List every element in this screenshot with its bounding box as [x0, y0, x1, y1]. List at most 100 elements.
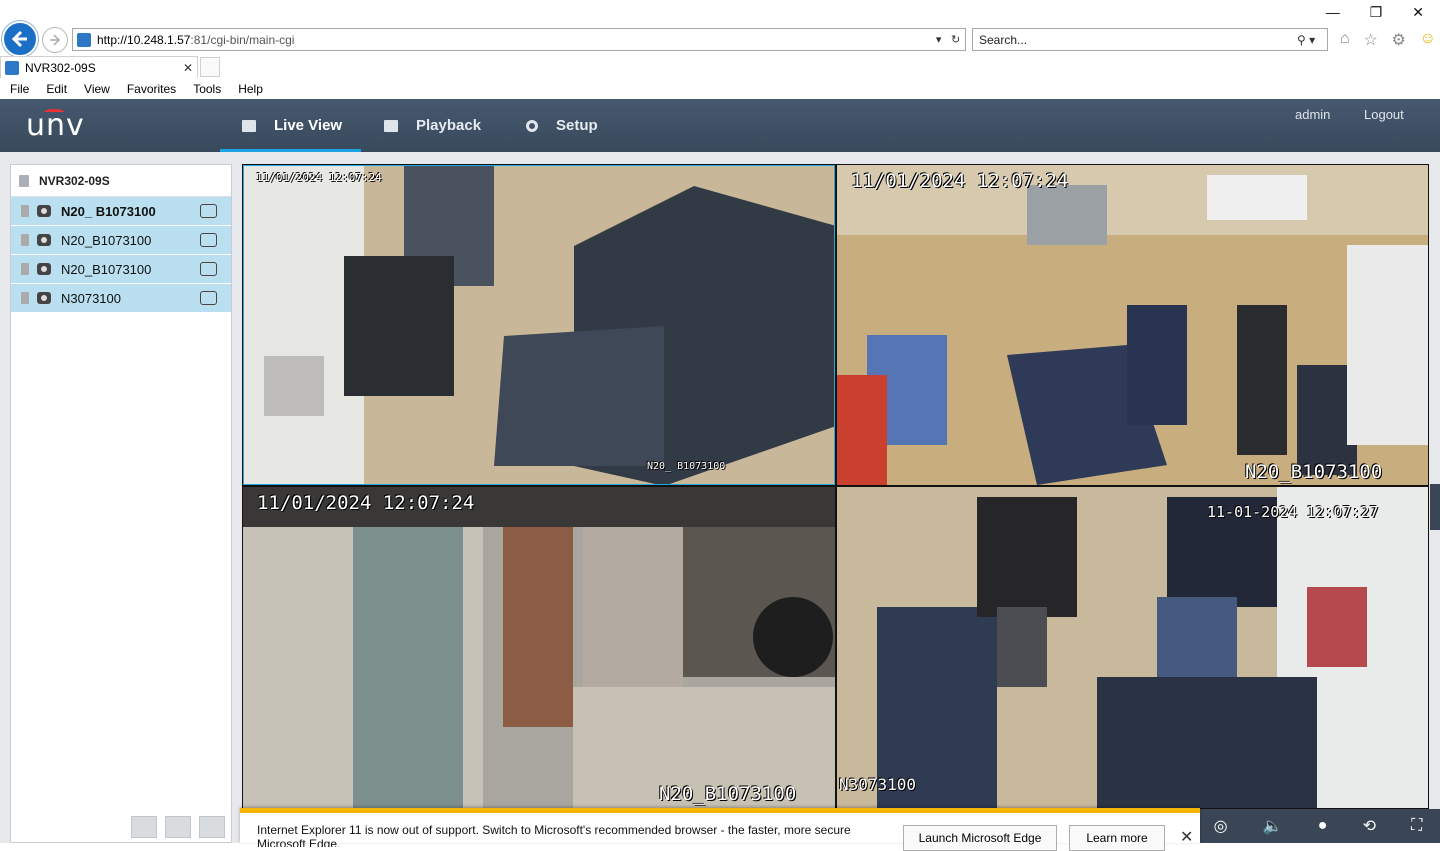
- tile-timestamp: 11/01/2024 12:07:24: [256, 171, 382, 184]
- gear-icon: [526, 119, 538, 132]
- video-tile[interactable]: 11/01/2024 12:07:24 N20_B1073100: [837, 165, 1428, 485]
- menu-tools[interactable]: Tools: [193, 82, 221, 96]
- address-bar[interactable]: http://10.248.1.57:81/cgi-bin/main-cgi ▾…: [72, 28, 966, 51]
- prev-page-button[interactable]: [165, 816, 191, 838]
- address-text: http://10.248.1.57:81/cgi-bin/main-cgi: [97, 32, 295, 47]
- device-name: NVR302-09S: [39, 173, 110, 188]
- menu-file[interactable]: File: [10, 82, 29, 96]
- camera-item[interactable]: N3073100: [11, 284, 231, 313]
- monitor-icon: [242, 119, 256, 132]
- browser-toolbar: http://10.248.1.57:81/cgi-bin/main-cgi ▾…: [0, 0, 1440, 57]
- menu-edit[interactable]: Edit: [46, 82, 67, 96]
- status-icon: [21, 263, 29, 275]
- forward-button[interactable]: [42, 27, 68, 53]
- tab-playback[interactable]: Playback: [384, 99, 481, 152]
- status-icon: [21, 234, 29, 246]
- live-controls: ◎ 🔈 ● ⟲ ⛶: [1196, 809, 1440, 843]
- tab-setup[interactable]: Setup: [526, 99, 598, 152]
- camera-item[interactable]: N20_ B1073100: [11, 197, 231, 226]
- refresh-icon[interactable]: ↻: [951, 33, 960, 46]
- nvr-icon: [19, 174, 29, 187]
- tab-setup-label: Setup: [556, 117, 598, 134]
- back-button[interactable]: [2, 21, 38, 57]
- video-tile[interactable]: 11/01/2024 12:07:24 N20_ B1073100: [243, 165, 835, 485]
- favorites-star-icon[interactable]: ☆: [1363, 30, 1377, 50]
- smiley-feedback-icon[interactable]: ☺: [1420, 30, 1436, 50]
- browser-tab[interactable]: NVR302-09S ✕: [0, 56, 198, 78]
- tile-camera-label: N3073100: [839, 775, 917, 794]
- camera-feed-image: [837, 165, 1428, 485]
- logo-arc-icon: [44, 109, 64, 115]
- menu-bar: File Edit View Favorites Tools Help: [0, 78, 1440, 99]
- volume-icon[interactable]: 🔈: [1263, 816, 1283, 836]
- site-favicon-icon: [77, 32, 91, 47]
- record-icon[interactable]: [200, 204, 217, 218]
- collapse-panel-handle[interactable]: [1430, 484, 1440, 530]
- fullscreen-icon[interactable]: ⛶: [1411, 817, 1422, 835]
- tile-timestamp: 11/01/2024 12:07:24: [851, 170, 1069, 192]
- video-grid: 11/01/2024 12:07:24 N20_ B1073100 11/01/…: [242, 164, 1429, 809]
- tab-favicon-icon: [5, 60, 19, 75]
- camera-name: N20_ B1073100: [61, 203, 156, 219]
- device-node[interactable]: NVR302-09S: [11, 165, 231, 197]
- camera-feed-image: [243, 487, 835, 808]
- restore-icon[interactable]: ❐: [1370, 4, 1383, 21]
- camera-item[interactable]: N20_B1073100: [11, 255, 231, 284]
- camera-name: N20_B1073100: [61, 261, 152, 277]
- tile-timestamp: 11/01/2024 12:07:24: [257, 492, 475, 514]
- record-icon[interactable]: [200, 291, 217, 305]
- status-icon: [21, 292, 29, 304]
- tile-camera-label: N20_ B1073100: [647, 461, 726, 472]
- tile-timestamp: 11-01-2024 12:07:27: [1207, 503, 1379, 521]
- status-icon: [21, 205, 29, 217]
- record-icon[interactable]: [200, 262, 217, 276]
- camera-icon: [37, 292, 51, 304]
- tile-camera-label: N20_B1073100: [659, 783, 797, 805]
- logout-link[interactable]: Logout: [1364, 107, 1404, 122]
- settings-gear-icon[interactable]: ⚙: [1392, 30, 1406, 50]
- close-tab-icon[interactable]: ✕: [183, 61, 193, 75]
- 3d-zoom-icon[interactable]: ⟲: [1363, 816, 1376, 836]
- search-box[interactable]: Search... ⚲ ▾: [972, 28, 1328, 51]
- search-icon[interactable]: ⚲ ▾: [1297, 33, 1327, 47]
- minimize-icon[interactable]: —: [1326, 4, 1340, 21]
- ie-support-notice: Internet Explorer 11 is now out of suppo…: [240, 808, 1200, 851]
- microphone-icon[interactable]: ●: [1318, 817, 1328, 835]
- tab-live-view[interactable]: Live View: [220, 99, 361, 152]
- camera-item[interactable]: N20_B1073100: [11, 226, 231, 255]
- menu-view[interactable]: View: [84, 82, 110, 96]
- tile-camera-label: N20_B1073100: [1245, 461, 1383, 483]
- record-icon[interactable]: [200, 233, 217, 247]
- device-tree: NVR302-09S N20_ B1073100 N20_B1073100 N2…: [10, 164, 232, 843]
- camera-feed-image: [837, 487, 1428, 808]
- film-icon: [384, 119, 398, 132]
- camera-icon: [37, 205, 51, 217]
- camera-icon: [37, 263, 51, 275]
- next-page-button[interactable]: [199, 816, 225, 838]
- app-header: [0, 99, 1440, 152]
- camera-feed-image: [244, 166, 834, 484]
- dropdown-icon[interactable]: ▾: [936, 33, 942, 46]
- notice-text: Internet Explorer 11 is now out of suppo…: [257, 823, 851, 847]
- menu-help[interactable]: Help: [238, 82, 263, 96]
- camera-icon: [37, 234, 51, 246]
- ptz-icon[interactable]: ◎: [1214, 816, 1228, 836]
- new-tab-button[interactable]: [200, 57, 220, 77]
- tab-title: NVR302-09S: [25, 60, 96, 75]
- close-notice-icon[interactable]: ✕: [1180, 827, 1193, 847]
- learn-more-button[interactable]: Learn more: [1069, 825, 1165, 851]
- close-window-icon[interactable]: ✕: [1412, 4, 1424, 21]
- camera-name: N3073100: [61, 290, 121, 306]
- home-icon[interactable]: ⌂: [1340, 30, 1350, 50]
- username: admin: [1295, 107, 1331, 122]
- stop-all-button[interactable]: [131, 816, 157, 838]
- menu-favorites[interactable]: Favorites: [127, 82, 176, 96]
- search-placeholder: Search...: [979, 32, 1028, 47]
- tab-playback-label: Playback: [416, 117, 482, 134]
- tab-strip: NVR302-09S ✕: [0, 56, 1440, 78]
- video-tile[interactable]: 11-01-2024 12:07:27 N3073100: [837, 487, 1428, 808]
- tab-live-view-label: Live View: [274, 117, 343, 134]
- launch-edge-button[interactable]: Launch Microsoft Edge: [903, 825, 1057, 851]
- video-tile[interactable]: 11/01/2024 12:07:24 N20_B1073100: [243, 487, 835, 808]
- camera-name: N20_B1073100: [61, 232, 152, 248]
